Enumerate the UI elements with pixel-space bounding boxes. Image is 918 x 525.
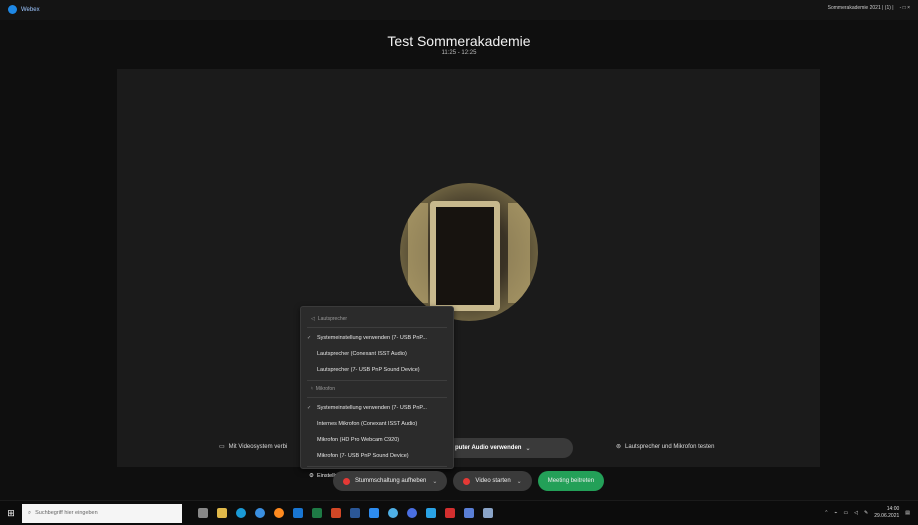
- unmute-button[interactable]: Stummschaltung aufheben ⌄: [333, 471, 448, 491]
- excel-icon[interactable]: [312, 508, 322, 518]
- video-system-option[interactable]: ▭ Mit Videosystem verbi: [219, 443, 287, 451]
- monitor-icon: ▭: [219, 444, 225, 450]
- outlook-icon[interactable]: [293, 508, 303, 518]
- audio-device-menu: ◁ Lautsprecher Systemeinstellung verwend…: [300, 306, 454, 479]
- pinned-apps: [198, 508, 493, 518]
- snip-icon[interactable]: [464, 508, 474, 518]
- mic-option-usb[interactable]: Mikrofon (7- USB PnP Sound Device): [301, 448, 453, 464]
- taskbar-search[interactable]: ⌕ Suchbegriff hier eingeben: [22, 503, 182, 523]
- file-explorer-icon[interactable]: [217, 508, 227, 518]
- task-view-icon[interactable]: [198, 508, 208, 518]
- battery-icon[interactable]: ▭: [843, 510, 848, 516]
- video-avatar: [400, 183, 538, 321]
- edge-icon[interactable]: [236, 508, 246, 518]
- test-audio-link[interactable]: ⊚ Lautsprecher und Mikrofon testen: [616, 443, 714, 451]
- gear-icon: ⚙: [309, 473, 314, 479]
- teams-icon[interactable]: [407, 508, 417, 518]
- webex-logo-icon: [8, 5, 17, 14]
- meeting-time: 11:25 - 12:25: [441, 50, 477, 56]
- speaker-icon: ◁: [311, 316, 315, 322]
- vpn-icon[interactable]: [426, 508, 436, 518]
- muted-mic-icon: [343, 477, 350, 485]
- menu-divider: [307, 466, 447, 467]
- chevron-down-icon: ⌄: [525, 445, 531, 452]
- clock[interactable]: 14:00 29.06.2021: [874, 506, 899, 520]
- system-tray: ⌃ ⌁ ▭ ◁ ✎ 14:00 29.06.2021 ▤: [824, 506, 910, 520]
- windows-taskbar: ⊞ ⌕ Suchbegriff hier eingeben ⌃ ⌁ ▭ ◁ ✎ …: [0, 500, 918, 525]
- meeting-title: Test Sommerakademie: [387, 33, 531, 49]
- word-icon[interactable]: [350, 508, 360, 518]
- volume-icon[interactable]: ◁: [854, 510, 858, 516]
- action-bar: Stummschaltung aufheben ⌄ Video starten …: [333, 471, 605, 491]
- onenote-icon[interactable]: [369, 508, 379, 518]
- chrome-icon[interactable]: [388, 508, 398, 518]
- door-glass-left: [408, 203, 428, 303]
- audio-connection-dropdown[interactable]: puter Audio verwenden ⌄: [445, 438, 573, 458]
- mic-option-internal[interactable]: Internes Mikrofon (Conexant ISST Audio): [301, 416, 453, 432]
- mic-option-system[interactable]: Systemeinstellung verwenden (7- USB PnP.…: [301, 400, 453, 416]
- windows-start-icon[interactable]: ⊞: [0, 501, 22, 525]
- chevron-down-icon[interactable]: ⌄: [517, 478, 522, 485]
- door-glass-right: [508, 203, 530, 303]
- network-icon[interactable]: ⌁: [834, 510, 837, 516]
- menu-divider: [307, 380, 447, 381]
- chevron-up-icon[interactable]: ⌃: [824, 510, 828, 516]
- firefox-icon[interactable]: [274, 508, 284, 518]
- menu-divider: [307, 327, 447, 328]
- microphone-icon: ♮: [311, 386, 313, 392]
- powerpoint-icon[interactable]: [331, 508, 341, 518]
- menu-divider: [307, 397, 447, 398]
- app-name: Webex: [8, 5, 40, 14]
- window-title-right: Sommerakademie 2021 | (1) | - □ ×: [827, 5, 910, 11]
- door-icon: [430, 201, 500, 311]
- join-meeting-button[interactable]: Meeting beitreten: [537, 471, 605, 491]
- notification-icon[interactable]: ▤: [905, 510, 910, 516]
- speaker-option-conexant[interactable]: Lautsprecher (Conexant ISST Audio): [301, 346, 453, 362]
- title-bar: Webex Sommerakademie 2021 | (1) | - □ ×: [0, 0, 918, 20]
- speaker-option-system[interactable]: Systemeinstellung verwenden (7- USB PnP.…: [301, 330, 453, 346]
- search-icon: ⌕: [28, 509, 32, 516]
- start-video-button[interactable]: Video starten ⌄: [453, 471, 532, 491]
- mic-section-header: ♮ Mikrofon: [311, 386, 335, 392]
- window-controls[interactable]: - □ ×: [900, 5, 910, 11]
- internet-explorer-icon[interactable]: [255, 508, 265, 518]
- pen-icon[interactable]: ✎: [864, 510, 868, 516]
- webex-taskbar-icon[interactable]: [483, 508, 493, 518]
- video-off-icon: [463, 477, 471, 485]
- mic-option-webcam[interactable]: Mikrofon (HD Pro Webcam C920): [301, 432, 453, 448]
- acrobat-icon[interactable]: [445, 508, 455, 518]
- speaker-test-icon: ⊚: [616, 444, 622, 450]
- chevron-down-icon[interactable]: ⌄: [432, 478, 437, 485]
- speaker-section-header: ◁ Lautsprecher: [311, 316, 348, 322]
- speaker-option-usb[interactable]: Lautsprecher (7- USB PnP Sound Device): [301, 362, 453, 378]
